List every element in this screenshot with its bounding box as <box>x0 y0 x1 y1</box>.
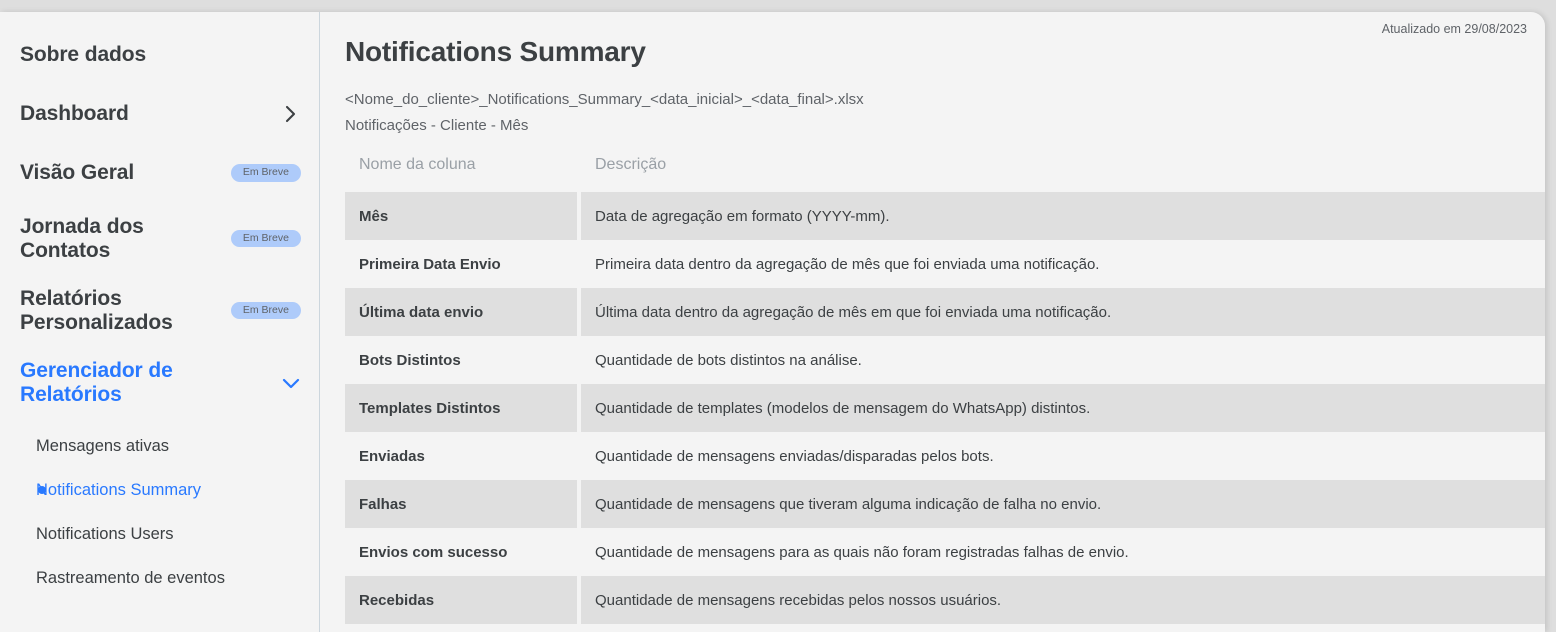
sidebar-item-label: Relatórios Personalizados <box>20 287 173 334</box>
sidebar-item-dashboard[interactable]: Dashboard <box>20 97 301 131</box>
cell-description: Quantidade de mensagens que tiveram algu… <box>581 480 1545 528</box>
column-header-nome-da-coluna: Nome da coluna <box>359 156 476 173</box>
table-row: Bots Distintos Quantidade de bots distin… <box>345 336 1545 384</box>
cell-description: Quantidade de templates (modelos de mens… <box>581 384 1545 432</box>
table-row: Enviadas Quantidade de mensagens enviada… <box>345 432 1545 480</box>
cell-column-name: Bots Distintos <box>359 351 461 369</box>
sidebar-nav-group: Sobre dados Dashboard Visão Geral Em Bre… <box>0 38 319 593</box>
cell-description: Data de agregação em formato (YYYY-mm). <box>581 192 1545 240</box>
column-spec-table: Nome da coluna Descrição Mês Data de agr… <box>345 156 1545 624</box>
table-row: Mês Data de agregação em formato (YYYY-m… <box>345 192 1545 240</box>
chevron-right-icon[interactable] <box>281 104 301 124</box>
sidebar-subitem-notifications-users[interactable]: Notifications Users <box>20 519 301 549</box>
sidebar: Sobre dados Dashboard Visão Geral Em Bre… <box>0 12 320 632</box>
sidebar-item-sobre-dados[interactable]: Sobre dados <box>20 38 301 72</box>
report-scope: Notificações - Cliente - Mês <box>345 117 529 134</box>
cell-column-name: Última data envio <box>345 288 581 336</box>
table-row: Envios com sucesso Quantidade de mensage… <box>345 528 1545 576</box>
status-badge-em-breve: Em Breve <box>230 164 301 182</box>
app-card: Sobre dados Dashboard Visão Geral Em Bre… <box>0 12 1545 632</box>
sidebar-item-visao-geral[interactable]: Visão Geral Em Breve <box>20 156 301 190</box>
sidebar-item-relatorios-personalizados[interactable]: Relatórios Personalizados Em Breve <box>20 287 301 334</box>
column-header-descricao: Descrição <box>595 156 667 173</box>
table-header-row: Nome da coluna Descrição <box>345 156 1545 192</box>
cell-column-name: Mês <box>345 192 581 240</box>
sidebar-subitem-rastreamento-de-eventos[interactable]: Rastreamento de eventos <box>20 563 301 593</box>
table-body: Mês Data de agregação em formato (YYYY-m… <box>345 192 1545 624</box>
table-row: Falhas Quantidade de mensagens que tiver… <box>345 480 1545 528</box>
table-row: Última data envio Última data dentro da … <box>345 288 1545 336</box>
sidebar-subitem-mensagens-ativas[interactable]: Mensagens ativas <box>20 431 301 461</box>
cell-description: Primeira data dentro da agregação de mês… <box>595 255 1100 273</box>
status-badge-em-breve: Em Breve <box>230 301 301 320</box>
sidebar-item-label: Dashboard <box>20 102 129 126</box>
file-name-pattern: <Nome_do_cliente>_Notifications_Summary_… <box>345 91 864 108</box>
main-content: Atualizado em 29/08/2023 Notifications S… <box>321 12 1545 632</box>
cell-description: Quantidade de mensagens enviadas/dispara… <box>595 447 994 465</box>
cell-column-name: Recebidas <box>345 576 581 624</box>
cell-column-name: Envios com sucesso <box>359 543 508 561</box>
cell-column-name: Templates Distintos <box>345 384 581 432</box>
sidebar-item-label: Gerenciador de Relatórios <box>20 359 173 406</box>
sidebar-subitem-label: Rastreamento de eventos <box>36 568 225 587</box>
sidebar-subitem-label: Notifications Summary <box>36 480 202 499</box>
cell-column-name: Enviadas <box>359 447 425 465</box>
cell-column-name: Falhas <box>345 480 581 528</box>
cell-column-name: Primeira Data Envio <box>359 255 501 273</box>
cell-description: Quantidade de mensagens para as quais nã… <box>595 543 1129 561</box>
updated-timestamp: Atualizado em 29/08/2023 <box>1381 22 1527 36</box>
sidebar-item-jornada-dos-contatos[interactable]: Jornada dos Contatos Em Breve <box>20 215 301 262</box>
sidebar-item-gerenciador-de-relatorios[interactable]: Gerenciador de Relatórios <box>20 359 301 406</box>
status-badge-em-breve: Em Breve <box>230 229 301 248</box>
page-title: Notifications Summary <box>345 36 646 67</box>
sidebar-item-label: Sobre dados <box>20 43 147 67</box>
sidebar-subitem-label: Mensagens ativas <box>36 436 169 455</box>
sidebar-item-label: Jornada dos Contatos <box>20 215 144 262</box>
sidebar-subitem-notifications-summary[interactable]: Notifications Summary <box>20 475 301 505</box>
cell-description: Última data dentro da agregação de mês e… <box>581 288 1545 336</box>
table-row: Templates Distintos Quantidade de templa… <box>345 384 1545 432</box>
table-row: Primeira Data Envio Primeira data dentro… <box>345 240 1545 288</box>
table-row: Recebidas Quantidade de mensagens recebi… <box>345 576 1545 624</box>
chevron-down-icon[interactable] <box>281 373 301 393</box>
sidebar-item-label: Visão Geral <box>20 161 135 185</box>
cell-description: Quantidade de bots distintos na análise. <box>595 351 862 369</box>
table-header: Nome da coluna Descrição <box>345 156 1545 192</box>
cell-description: Quantidade de mensagens recebidas pelos … <box>581 576 1545 624</box>
sidebar-subitem-label: Notifications Users <box>36 524 174 543</box>
